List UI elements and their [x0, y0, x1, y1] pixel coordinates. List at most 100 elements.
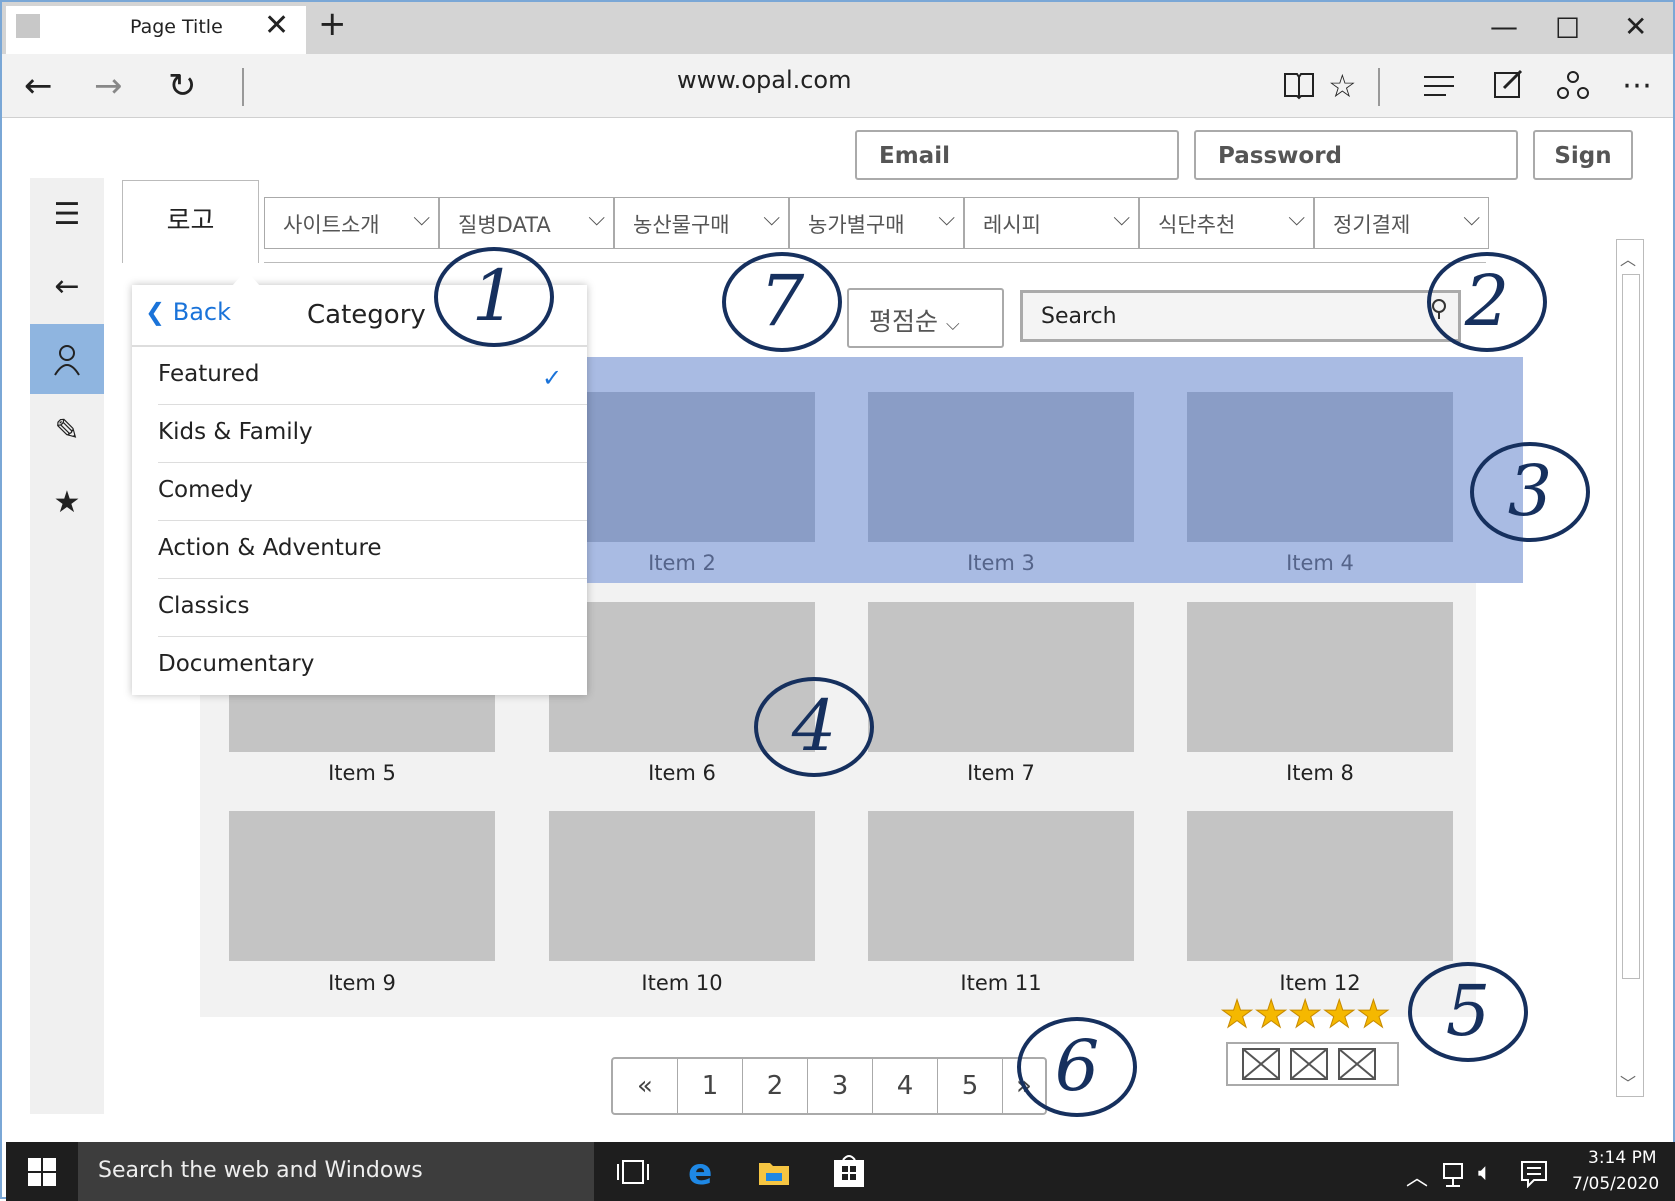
menu-item-farm-purchase[interactable]: 농가별구매 ⌵ [789, 197, 964, 249]
item-thumbnail[interactable] [1187, 602, 1453, 752]
reading-view-icon[interactable] [1282, 68, 1316, 106]
favorite-star-icon[interactable]: ☆ [1328, 62, 1357, 110]
minimize-icon[interactable]: — [1490, 10, 1518, 43]
item-thumbnail[interactable] [229, 811, 495, 961]
password-field[interactable]: Password [1194, 130, 1518, 180]
pagination-page[interactable]: 4 [873, 1059, 938, 1113]
notification-icon[interactable] [1520, 1160, 1548, 1192]
new-tab-button[interactable]: + [318, 4, 347, 44]
star-icon[interactable]: ★ [30, 468, 104, 538]
annotation-3: 3 [1470, 442, 1590, 542]
clock-time: 3:14 PM [1588, 1148, 1657, 1168]
sort-dropdown[interactable]: 평점순 ⌵ [847, 288, 1004, 348]
item-thumbnail[interactable] [1187, 392, 1453, 542]
chevron-up-icon[interactable]: ︿ [1406, 1160, 1428, 1192]
category-title: Category [307, 300, 426, 330]
rating-stars[interactable]: ★★★★★ [1219, 992, 1391, 1037]
item-thumbnail[interactable] [549, 392, 815, 542]
item-label: Item 2 [648, 551, 716, 575]
menu-item-produce-purchase[interactable]: 농산물구매 ⌵ [614, 197, 789, 249]
star-icon[interactable]: ★ [1322, 992, 1357, 1037]
scroll-down-icon[interactable]: ﹀ [1620, 1070, 1636, 1094]
back-label: Back [172, 298, 232, 326]
category-back-button[interactable]: ❮ Back [145, 298, 231, 326]
url-field[interactable]: www.opal.com [677, 66, 852, 94]
item-thumbnail[interactable] [868, 602, 1134, 752]
hub-icon[interactable] [1422, 72, 1456, 104]
refresh-icon[interactable]: ↻ [168, 62, 197, 110]
email-field[interactable]: Email [855, 130, 1179, 180]
hamburger-menu-icon[interactable]: ☰ [30, 180, 104, 250]
pencil-icon[interactable]: ✎ [30, 396, 104, 466]
menu-item-disease-data[interactable]: 질병DATA ⌵ [439, 197, 614, 249]
star-icon[interactable]: ★ [1254, 992, 1289, 1037]
menu-item-subscription[interactable]: 정기결제 ⌵ [1314, 197, 1489, 249]
tab-title: Page Title [130, 16, 223, 38]
pagination-page[interactable]: 1 [678, 1059, 743, 1113]
star-icon[interactable]: ★ [1288, 992, 1323, 1037]
edge-browser-icon[interactable]: e [688, 1152, 712, 1193]
item-label: Item 9 [328, 971, 396, 995]
windows-start-icon[interactable] [28, 1158, 56, 1190]
chevron-down-icon: ⌵ [1463, 206, 1480, 231]
item-thumbnail[interactable] [868, 392, 1134, 542]
category-item-action-adventure[interactable]: Action & Adventure [158, 521, 587, 579]
chevron-down-icon: ⌵ [413, 206, 430, 231]
annotation-1: 1 [434, 247, 554, 347]
pagination-prev[interactable]: « [613, 1059, 678, 1113]
menu-item-diet[interactable]: 식단추천 ⌵ [1139, 197, 1314, 249]
maximize-icon[interactable]: ☐ [1555, 12, 1580, 45]
share-icon[interactable] [1556, 68, 1590, 106]
web-note-icon[interactable] [1492, 68, 1524, 104]
menu-item-label: 식단추천 [1158, 213, 1236, 237]
annotation-7: 7 [722, 252, 842, 352]
pagination-page[interactable]: 3 [808, 1059, 873, 1113]
item-thumbnail[interactable] [1187, 811, 1453, 961]
toolbar-separator [1378, 68, 1380, 106]
category-item-featured[interactable]: Featured [158, 347, 587, 405]
item-label: Item 11 [960, 971, 1042, 995]
category-item-comedy[interactable]: Comedy [158, 463, 587, 521]
category-item-classics[interactable]: Classics [158, 579, 587, 637]
pagination-page[interactable]: 2 [743, 1059, 808, 1113]
annotation-4: 4 [754, 677, 874, 777]
chevron-down-icon: ⌵ [938, 206, 955, 231]
star-icon[interactable]: ★ [1356, 992, 1391, 1037]
checkmark-icon: ✓ [542, 364, 563, 392]
item-label: Item 10 [641, 971, 723, 995]
menu-item-label: 정기결제 [1333, 213, 1411, 237]
volume-icon[interactable]: 🔈︎ [1478, 1158, 1492, 1186]
search-input[interactable]: Search [1020, 290, 1461, 342]
scroll-thumb[interactable] [1622, 274, 1640, 979]
back-icon[interactable]: ← [30, 252, 104, 322]
forward-arrow-icon[interactable]: → [94, 62, 123, 110]
menu-item-label: 질병DATA [458, 213, 551, 237]
chevron-down-icon: ⌵ [1288, 206, 1305, 231]
taskbar-search[interactable]: Search the web and Windows [78, 1142, 594, 1201]
pagination-page[interactable]: 5 [938, 1059, 1003, 1113]
star-icon[interactable]: ★ [1219, 992, 1254, 1037]
annotation-2: 2 [1427, 252, 1547, 352]
back-arrow-icon[interactable]: ← [24, 62, 53, 110]
sign-button[interactable]: Sign [1533, 130, 1633, 180]
menu-item-about[interactable]: 사이트소개 ⌵ [264, 197, 439, 249]
menu-item-recipe[interactable]: 레시피 ⌵ [964, 197, 1139, 249]
file-explorer-icon[interactable] [758, 1158, 790, 1190]
item-thumbnail[interactable] [868, 811, 1134, 961]
store-icon[interactable] [832, 1152, 866, 1192]
logo[interactable]: 로고 [122, 180, 259, 263]
network-icon[interactable] [1442, 1162, 1470, 1192]
user-icon[interactable] [30, 324, 104, 394]
item-thumbnail[interactable] [549, 811, 815, 961]
annotation-6: 6 [1017, 1017, 1137, 1117]
category-item-documentary[interactable]: Documentary [158, 637, 587, 695]
menu-item-label: 레시피 [983, 213, 1041, 237]
dropdown-pointer [232, 270, 260, 286]
more-icon[interactable]: ⋯ [1622, 62, 1652, 110]
category-item-kids-family[interactable]: Kids & Family [158, 405, 587, 463]
scroll-up-icon[interactable]: ︿ [1620, 246, 1636, 270]
window-close-icon[interactable]: ✕ [1624, 10, 1647, 43]
task-view-icon[interactable] [616, 1158, 650, 1190]
annotation-5: 5 [1408, 962, 1528, 1062]
close-tab-icon[interactable]: ✕ [264, 8, 289, 43]
